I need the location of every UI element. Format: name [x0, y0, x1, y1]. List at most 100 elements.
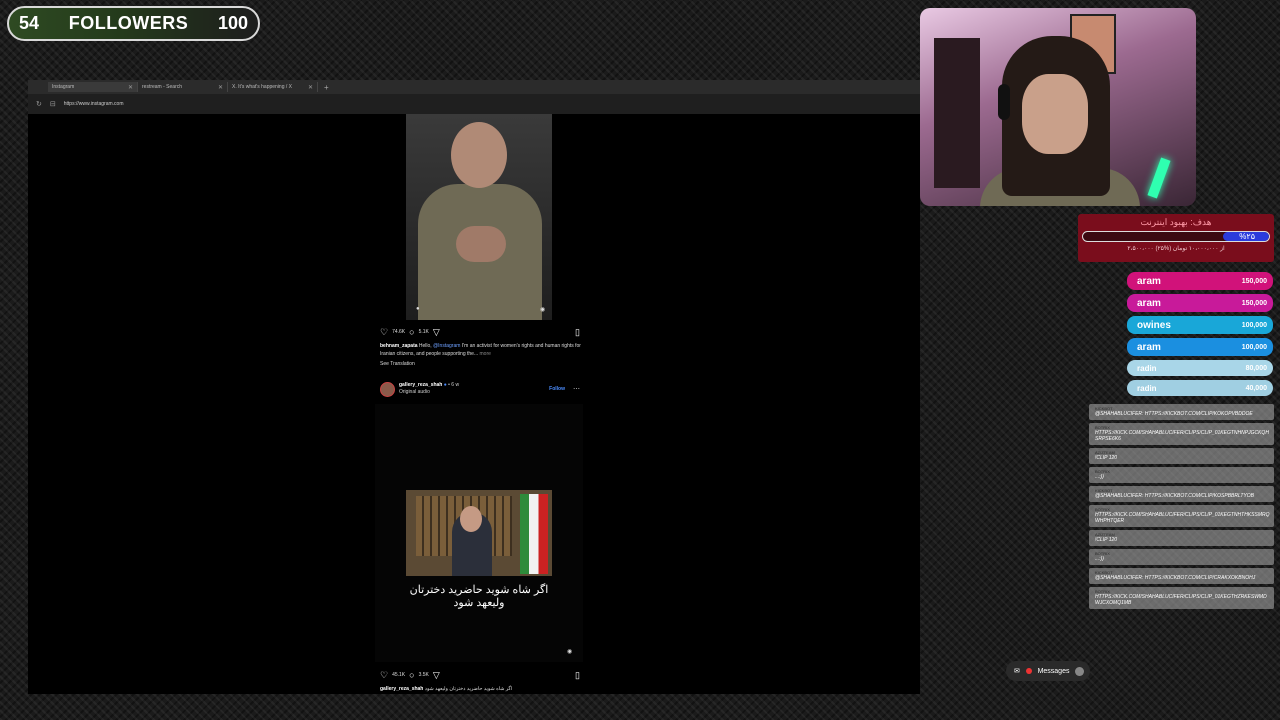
donor-name: aram	[1137, 297, 1161, 309]
chat-message: KICKBOT @SHAHABLUCIFER: HTTPS://KICKBOT.C…	[1089, 404, 1274, 420]
chat-text: HTTPS://KICK.COM/SHAHABLUCIFER/CLIPS/CLI…	[1095, 594, 1267, 606]
subtitle-line-2: ولیعهد شود	[453, 597, 505, 609]
bookmark-icon[interactable]: ▯	[575, 670, 580, 681]
follow-button[interactable]: Follow	[549, 386, 565, 392]
video-frame-head	[460, 506, 482, 532]
donor-row: radin 40,000	[1127, 380, 1273, 396]
site-info-icon[interactable]: ⊟	[50, 100, 56, 108]
reload-icon[interactable]: ↻	[36, 100, 42, 108]
caption-more-link[interactable]: more	[480, 351, 491, 357]
goal-title: هدف: بهبود اینترنت	[1140, 217, 1212, 227]
caption-prefix: Hello,	[418, 343, 432, 349]
post-caption: behnam_zapata Hello, @Instagram I'm an a…	[380, 342, 585, 358]
donor-row: aram 150,000	[1127, 294, 1273, 312]
goal-percent: %۲۵	[1239, 232, 1255, 241]
bookmark-icon[interactable]: ▯	[575, 327, 580, 338]
chat-text: @SHAHABLUCIFER: HTTPS://KICKBOT.COM/CLIP…	[1095, 411, 1253, 417]
address-bar[interactable]: ↻ ⊟ https://www.instagram.com	[28, 94, 920, 114]
comment-icon[interactable]: ○	[409, 670, 414, 680]
chat-text: ...:))	[1095, 556, 1104, 562]
new-tab-icon[interactable]: +	[324, 83, 329, 92]
caption-mention[interactable]: @Instagram	[433, 343, 460, 349]
follower-current: 54	[19, 13, 40, 33]
chat-message: BOTRIX...:))	[1089, 549, 1274, 565]
donor-name: radin	[1137, 363, 1157, 373]
goal-subtitle: ۲،۵۰۰،۰۰۰ از ۱۰،۰۰۰،۰۰۰ تومان (%۲۵)	[1127, 246, 1225, 252]
led-light	[1147, 157, 1171, 199]
post-video[interactable]: ● ◉	[406, 114, 552, 320]
chat-message: BOTRIX...:))	[1089, 467, 1274, 483]
share-icon[interactable]: ▽	[433, 670, 440, 681]
avatar	[1075, 666, 1084, 676]
verified-icon: ●	[443, 382, 447, 388]
messages-label: Messages	[1037, 667, 1070, 675]
post-time: • 6 w	[448, 382, 460, 388]
streamer-face	[1022, 74, 1088, 154]
comment-count: 5.1K	[418, 329, 429, 335]
goal-progress-bar: %۲۵	[1082, 231, 1270, 242]
avatar[interactable]	[380, 381, 395, 397]
close-icon[interactable]: ✕	[308, 84, 313, 91]
donor-amount: 100,000	[1241, 321, 1267, 329]
close-icon[interactable]: ✕	[128, 84, 133, 91]
like-icon[interactable]: ♡	[380, 327, 388, 338]
tab-label: restream - Search	[142, 84, 183, 90]
notification-badge	[1025, 668, 1032, 674]
donor-amount: 150,000	[1241, 299, 1267, 307]
close-icon[interactable]: ✕	[218, 84, 223, 91]
messages-icon: ✉	[1014, 668, 1020, 675]
post-audio[interactable]: Original audio	[399, 389, 459, 396]
video-frame-hands	[456, 226, 506, 262]
donor-row: owines 100,000	[1127, 316, 1273, 334]
share-icon[interactable]: ▽	[433, 327, 440, 338]
chat-text: @SHAHABLUCIFER: HTTPS://KICKBOT.COM/CLIP…	[1095, 575, 1256, 581]
more-options-icon[interactable]: ⋯	[573, 385, 580, 393]
post-actions: ♡ 45.1K ○ 3.5K ▽ ▯	[380, 669, 580, 681]
tab-strip: Instagram ✕ restream - Search ✕ X. It's …	[28, 80, 920, 94]
chat-text: !CLIP 120	[1095, 455, 1118, 461]
video-subtitle: اگر شاه شوید حاضرید دخترتان ولیعهد شود	[375, 584, 583, 610]
comment-icon[interactable]: ○	[409, 327, 414, 337]
chat-message: BOTRIX HTTPS://KICK.COM/SHAHABLUCIFER/CLI…	[1089, 587, 1274, 609]
like-count: 45.1K	[392, 672, 406, 678]
chat-text: HTTPS://KICK.COM/SHAHABLUCIFER/CLIPS/CLI…	[1095, 430, 1269, 442]
donor-row: aram 150,000	[1127, 272, 1273, 290]
messages-button[interactable]: ✉ Messages	[1006, 661, 1090, 681]
video-frame-head	[451, 122, 507, 188]
tab-instagram[interactable]: Instagram ✕	[48, 82, 138, 92]
chat-message: KICKBOT @SHAHABLUCIFER: HTTPS://KICKBOT.C…	[1089, 486, 1274, 502]
caption-text: اگر شاه شوید حاضرید دخترتان ولیعهد شود	[424, 686, 513, 692]
like-icon[interactable]: ♡	[380, 670, 388, 681]
instagram-page: ● ◉ ♡ 74.6K ○ 5.1K ▽ ▯ behnam_zapata Hel…	[28, 114, 920, 694]
donor-amount: 40,000	[1245, 384, 1267, 392]
post-video[interactable]: اگر شاه شوید حاضرید دخترتان ولیعهد شود ◉	[375, 404, 583, 662]
like-count: 74.6K	[392, 329, 406, 335]
tab-restream-search[interactable]: restream - Search ✕	[138, 82, 228, 92]
shelf	[934, 38, 980, 188]
caption-username[interactable]: behnam_zapata	[380, 343, 418, 349]
donor-name: owines	[1137, 319, 1171, 331]
donation-goal: هدف: بهبود اینترنت %۲۵ ۲،۵۰۰،۰۰۰ از ۱۰،۰…	[1078, 214, 1274, 262]
post-caption: gallery_reza_shah اگر شاه شوید حاضرید دخ…	[380, 685, 585, 693]
chat-text: @SHAHABLUCIFER: HTTPS://KICKBOT.COM/CLIP…	[1095, 493, 1254, 499]
follower-goal: 100	[217, 13, 248, 33]
tab-x[interactable]: X. It's what's happening / X ✕	[228, 82, 318, 92]
user-tag-icon[interactable]: ●	[416, 306, 420, 312]
follower-goal-bar: 54 FOLLOWERS 100	[7, 6, 260, 41]
see-translation-link[interactable]: See Translation	[380, 361, 415, 367]
chat-message: KICKBOT @SHAHABLUCIFER: HTTPS://KICKBOT.C…	[1089, 568, 1274, 584]
mute-icon[interactable]: ◉	[567, 648, 572, 655]
chat-message: AZIZTEAM !CLIP 120	[1089, 530, 1274, 546]
post-username[interactable]: gallery_reza_shah	[399, 382, 442, 388]
tab-label: Instagram	[52, 84, 75, 90]
donor-amount: 150,000	[1241, 277, 1267, 285]
chat-text: ...:))	[1095, 474, 1104, 480]
top-donors: aram 150,000 aram 150,000 owines 100,000 ar…	[1127, 272, 1273, 400]
url-text[interactable]: https://www.instagram.com	[64, 101, 124, 107]
browser-window: Instagram ✕ restream - Search ✕ X. It's …	[28, 80, 920, 694]
caption-username[interactable]: gallery_reza_shah	[380, 686, 423, 692]
post-meta: gallery_reza_shah ● • 6 w Original audio	[399, 382, 459, 396]
video-frame	[406, 490, 552, 576]
mute-icon[interactable]: ◉	[540, 306, 545, 313]
donor-amount: 100,000	[1241, 343, 1267, 351]
